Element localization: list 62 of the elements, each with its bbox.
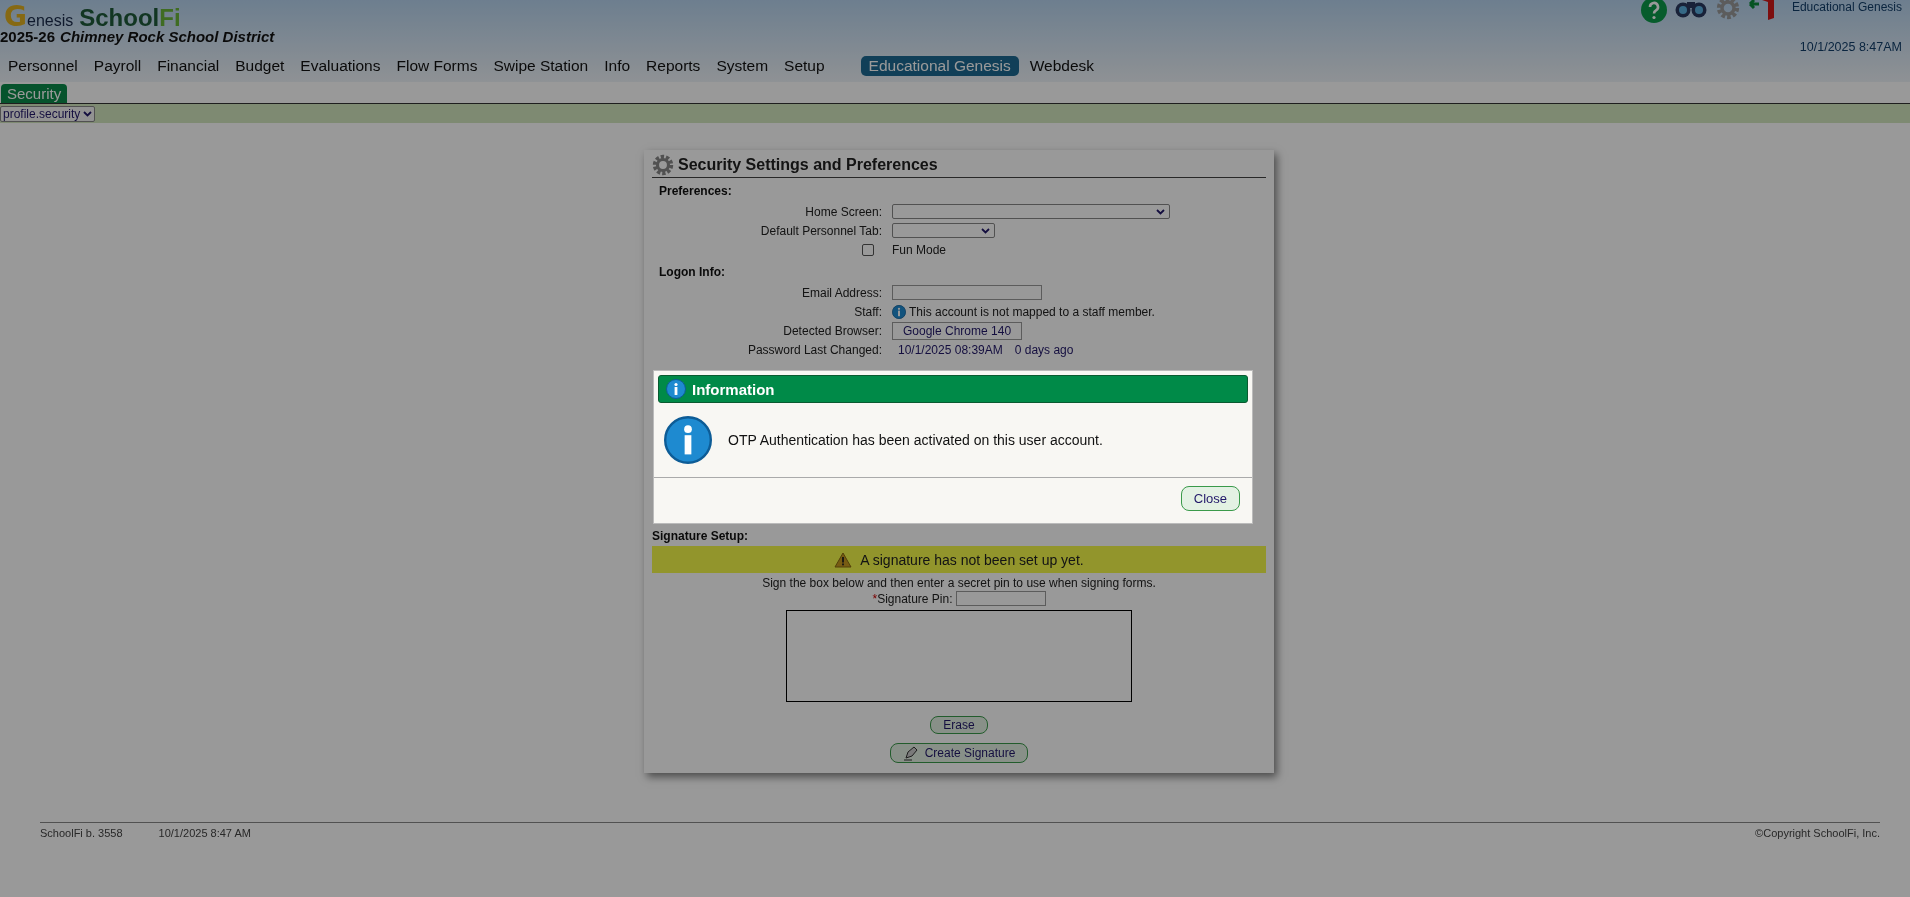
field-label: Home Screen: [804,204,882,219]
menu-item[interactable]: Personnel [0,56,86,76]
help-icon[interactable] [1639,0,1668,24]
erase-button[interactable]: Erase [930,716,988,734]
close-button[interactable]: Close [1180,486,1240,511]
field-label: Email Address: [800,285,882,300]
menu-item[interactable]: Flow Forms [388,56,486,76]
menu-item[interactable]: Setup [776,56,833,76]
menu-item[interactable]: Info [596,56,639,76]
fun-mode-checkbox[interactable] [862,243,874,256]
field-label: Staff: [853,304,882,319]
logo: Genesis SchoolFi [4,0,181,28]
menu-item[interactable]: Webdesk [1021,56,1103,76]
menu-item[interactable]: Evaluations [292,56,389,76]
pin-field[interactable] [955,591,1046,606]
district-title: 2025-26 Chimney Rock School District [0,28,276,47]
instructions-text: Sign the box below and then enter a secret pin to use when signing forms. [762,576,1156,590]
footer-date: 10/1/2025 8:47 AM [158,827,251,841]
profile-select[interactable]: profile.security [0,105,96,122]
copyright-text: ©Copyright SchoolFi, Inc. [1755,827,1880,841]
section-heading: Preferences: [659,184,733,198]
home-screen-select[interactable] [892,204,1170,219]
module-label: Educational Genesis [1791,0,1902,14]
info-icon [666,379,686,399]
personnel-tab-select[interactable] [892,223,995,238]
tab[interactable]: Security [1,84,68,103]
pen-icon [902,745,919,761]
email-field[interactable] [892,285,1042,300]
menu-item[interactable]: Financial [149,56,228,76]
browser-value: Google Chrome 140 [892,321,1023,340]
info-icon [664,416,712,464]
section-heading: Logon Info: [659,265,726,279]
menu-item[interactable]: Payroll [85,56,150,76]
dropdown-caret-icon [83,110,93,117]
signature-pad[interactable] [786,610,1132,702]
warning-text: A signature has not been set up yet. [860,551,1084,568]
dialog-title: Information [692,380,775,398]
field-label: Password Last Changed: [746,342,882,357]
gear-icon [652,154,674,176]
field-label: Detected Browser: [782,323,882,338]
menu-item[interactable]: Reports [638,56,709,76]
date-time: 10/1/2025 8:47AM [1799,40,1902,54]
checkbox-label: Fun Mode [892,242,948,257]
section-heading: Signature Setup: [652,529,749,543]
info-icon [892,304,906,319]
field-label: *Signature Pin: [872,591,953,606]
menu-item[interactable]: Swipe Station [485,56,597,76]
menu-item[interactable]: Budget [227,56,293,76]
build-label: SchoolFi b. 3558 [40,827,123,841]
staff-note: This account is not mapped to a staff member. [909,304,1155,319]
binoculars-icon[interactable] [1673,0,1708,18]
warning-icon [834,551,853,568]
panel-title: Security Settings and Preferences [678,156,938,174]
create-signature-button[interactable]: Create Signature [889,743,1029,763]
dropdown-caret-icon [981,227,990,234]
menu-item[interactable]: System [708,56,777,76]
dropdown-caret-icon [1156,208,1165,215]
field-label: Default Personnel Tab: [759,223,882,238]
menu-item[interactable]: Educational Genesis [860,56,1019,76]
dialog-message: OTP Authentication has been activated on this user account. [728,432,1103,448]
password-date: 10/1/2025 08:39AM [898,342,1003,357]
password-age: 0 days ago [1014,342,1074,357]
